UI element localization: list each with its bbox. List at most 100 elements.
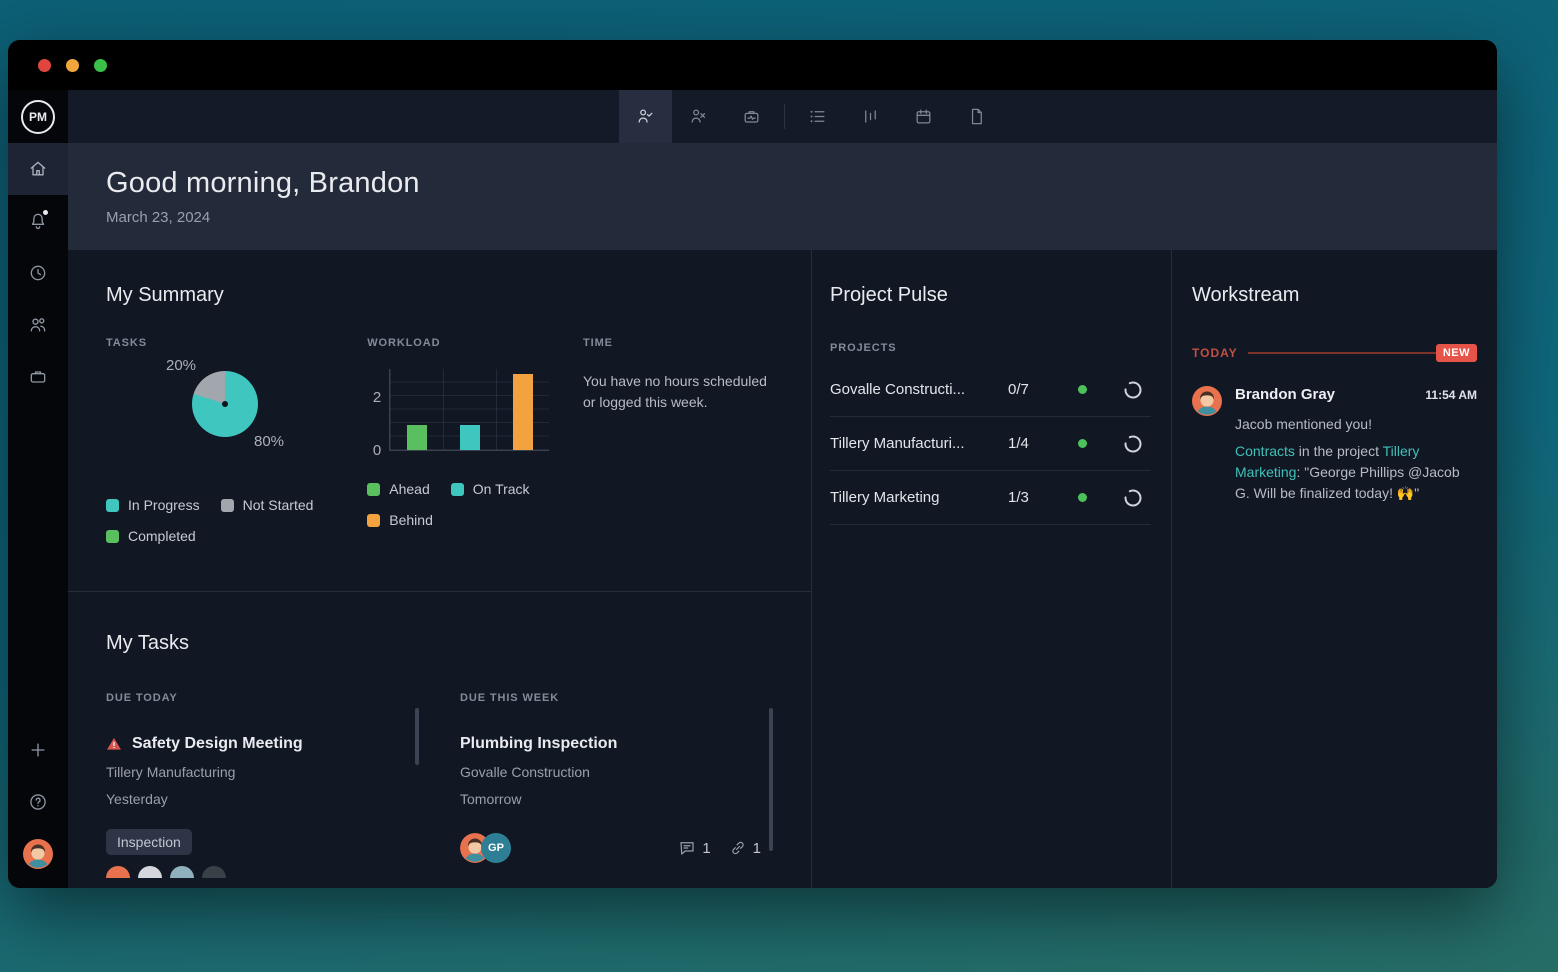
- entry-subject: Jacob mentioned you!: [1235, 416, 1477, 432]
- toolbar-tabs: [619, 90, 1003, 143]
- due-this-week-scrollbar[interactable]: [769, 708, 773, 851]
- user-avatar-icon: [23, 839, 53, 869]
- workstream-entry[interactable]: Brandon Gray 11:54 AM Jacob mentioned yo…: [1192, 386, 1477, 504]
- sidebar-item-time[interactable]: [8, 247, 68, 299]
- project-row-tillery-manufacturing[interactable]: Tillery Manufacturi... 1/4: [830, 417, 1151, 471]
- users-icon: [28, 315, 48, 335]
- avatar[interactable]: [170, 866, 194, 878]
- links-count[interactable]: 1: [729, 839, 761, 857]
- project-task-count: 1/4: [1008, 435, 1052, 452]
- progress-ring: [1123, 488, 1143, 508]
- my-tasks-title: My Tasks: [106, 632, 773, 655]
- workload-bar-chart[interactable]: 2 0: [367, 365, 583, 461]
- page-title: Good morning, Brandon: [106, 167, 1497, 200]
- notification-dot: [43, 210, 48, 215]
- project-row-govalle-construction[interactable]: Govalle Constructi... 0/7: [830, 363, 1151, 417]
- due-today-column: DUE TODAY Safety Design Meeting Tillery …: [106, 692, 419, 878]
- summary-time-column: TIME You have no hours scheduled or logg…: [583, 337, 773, 544]
- task-project: Govalle Construction: [460, 764, 761, 780]
- sidebar-item-notifications[interactable]: [8, 195, 68, 247]
- workload-bar: [460, 425, 480, 450]
- legend-label: On Track: [473, 481, 530, 497]
- today-label: TODAY: [1192, 346, 1238, 360]
- workstream-title: Workstream: [1192, 284, 1477, 307]
- sidebar-item-home[interactable]: [8, 143, 68, 195]
- legend-label: Completed: [128, 528, 196, 544]
- page-date: March 23, 2024: [106, 209, 1497, 226]
- comments-count[interactable]: 1: [678, 839, 710, 857]
- sidebar-item-team[interactable]: [8, 299, 68, 351]
- help-icon: [28, 792, 48, 812]
- pie-center-dot: [222, 401, 228, 407]
- task-due-date: Yesterday: [106, 791, 407, 807]
- columns-icon: [861, 107, 880, 126]
- task-card-plumbing-inspection[interactable]: Plumbing Inspection Govalle Construction…: [460, 735, 761, 863]
- project-rows: Govalle Constructi... 0/7 Tillery Manufa…: [830, 363, 1151, 525]
- pie-slice-label-20: 20%: [166, 357, 196, 374]
- progress-ring: [1123, 434, 1143, 454]
- workload-legend: Ahead On Track Behind: [367, 481, 583, 528]
- summary-workload-column: WORKLOAD 2 0: [367, 337, 583, 544]
- workload-bar: [407, 425, 427, 450]
- toolbar-tab-list[interactable]: [791, 90, 844, 143]
- entry-timestamp: 11:54 AM: [1425, 388, 1477, 402]
- task-project: Tillery Manufacturing: [106, 764, 407, 780]
- file-icon: [967, 107, 986, 126]
- project-pulse-title: Project Pulse: [830, 284, 1151, 307]
- project-row-tillery-marketing[interactable]: Tillery Marketing 1/3: [830, 471, 1151, 525]
- summary-tasks-column: TASKS 20% 80%: [106, 337, 367, 544]
- sidebar-item-add[interactable]: [8, 724, 68, 776]
- task-title: Safety Design Meeting: [132, 735, 303, 753]
- y-tick-0: 0: [373, 442, 381, 459]
- toolbar-tab-portfolio[interactable]: [725, 90, 778, 143]
- sidebar-profile-avatar[interactable]: [12, 828, 64, 880]
- due-today-scrollbar[interactable]: [415, 708, 419, 765]
- close-window-button[interactable]: [38, 59, 51, 72]
- legend-label: Not Started: [243, 497, 314, 513]
- app-window: PM: [8, 40, 1497, 888]
- avatar-initials[interactable]: GP: [481, 833, 511, 863]
- pie-slice-label-80: 80%: [254, 433, 284, 450]
- zoom-window-button[interactable]: [94, 59, 107, 72]
- legend-swatch: [367, 483, 380, 496]
- toolbar-tab-workload[interactable]: [844, 90, 897, 143]
- avatar[interactable]: [138, 866, 162, 878]
- workload-plot: [389, 369, 549, 451]
- legend-item-behind: Behind: [367, 512, 433, 528]
- desktop-background: PM: [0, 0, 1558, 972]
- window-titlebar: [8, 40, 1497, 90]
- task-link-contracts[interactable]: Contracts: [1235, 443, 1295, 459]
- minimize-window-button[interactable]: [66, 59, 79, 72]
- sidebar-item-projects[interactable]: [8, 351, 68, 403]
- toolbar-tab-calendar[interactable]: [897, 90, 950, 143]
- avatar[interactable]: [106, 866, 130, 878]
- sidebar-item-help[interactable]: [8, 776, 68, 828]
- top-toolbar: [68, 90, 1497, 143]
- tasks-legend: In Progress Not Started Co: [106, 497, 367, 544]
- avatar: [1192, 386, 1222, 416]
- project-name: Tillery Marketing: [830, 489, 1008, 506]
- avatar[interactable]: [202, 866, 226, 878]
- toolbar-tab-my-work[interactable]: [619, 90, 672, 143]
- legend-label: Behind: [389, 512, 433, 528]
- entry-message: Contracts in the project Tillery Marketi…: [1235, 441, 1477, 504]
- legend-item-in-progress: In Progress: [106, 497, 200, 513]
- project-task-count: 1/3: [1008, 489, 1052, 506]
- project-name: Govalle Constructi...: [830, 381, 1008, 398]
- message-text: in the project: [1295, 443, 1383, 459]
- toolbar-tab-files[interactable]: [950, 90, 1003, 143]
- health-dot: [1078, 493, 1087, 502]
- comment-icon: [678, 839, 696, 857]
- warning-icon: [106, 736, 122, 752]
- person-check-icon: [636, 107, 655, 126]
- health-dot: [1078, 439, 1087, 448]
- app-logo[interactable]: PM: [8, 90, 68, 143]
- legend-swatch: [106, 530, 119, 543]
- legend-item-not-started: Not Started: [221, 497, 314, 513]
- project-pulse-panel: Project Pulse PROJECTS Govalle Construct…: [812, 250, 1171, 888]
- today-divider-row: TODAY NEW: [1192, 344, 1477, 362]
- task-card-safety-design-meeting[interactable]: Safety Design Meeting Tillery Manufactur…: [106, 735, 407, 878]
- workstream-panel: Workstream TODAY NEW Brandon Gray 1: [1172, 250, 1497, 888]
- workload-label: WORKLOAD: [367, 337, 583, 349]
- toolbar-tab-team[interactable]: [672, 90, 725, 143]
